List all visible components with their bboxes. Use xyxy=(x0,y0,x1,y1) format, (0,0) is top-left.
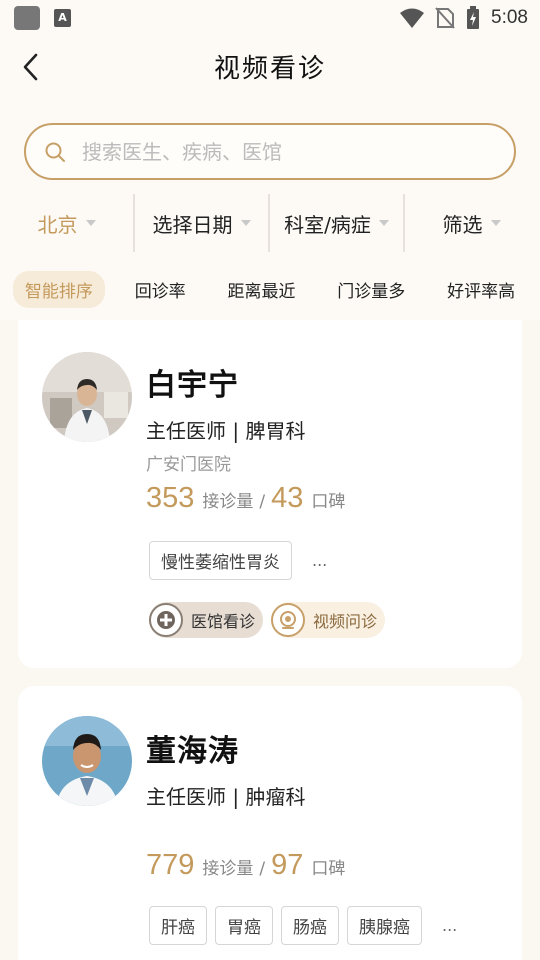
no-sim-icon xyxy=(435,7,455,29)
doctor-stats: 779 接诊量 / 97 口碑 xyxy=(146,849,345,882)
doctor-name: 白宇宁 xyxy=(146,368,239,403)
filter-date[interactable]: 选择日期 xyxy=(135,192,268,254)
video-consult-button[interactable]: 视频问诊 xyxy=(271,602,386,638)
sort-bar: 智能排序 回诊率 距离最近 门诊量多 好评率高 xyxy=(0,258,540,320)
sort-nearest[interactable]: 距离最近 xyxy=(215,271,307,308)
sort-smart[interactable]: 智能排序 xyxy=(12,270,105,308)
clinic-plus-icon xyxy=(149,603,183,637)
page-title: 视频看诊 xyxy=(213,54,326,84)
consult-label: 接诊量 xyxy=(202,859,254,879)
caret-down-icon xyxy=(378,220,389,226)
doctor-card[interactable]: 白宇宁 主任医师 | 脾胃科 广安门医院 353 接诊量 / 43 口碑 慢性萎… xyxy=(18,320,522,668)
reputation-label: 口碑 xyxy=(311,859,346,879)
reputation-count: 43 xyxy=(271,482,304,514)
webcam-icon xyxy=(271,603,305,637)
caret-down-icon xyxy=(85,220,96,226)
reputation-count: 97 xyxy=(271,849,304,881)
specialty-tag[interactable]: 胰腺癌 xyxy=(347,906,422,945)
doctor-name: 董海涛 xyxy=(146,734,239,769)
status-bar: A 5:08 xyxy=(0,0,540,36)
search-input[interactable] xyxy=(82,125,492,178)
doctor-avatar xyxy=(42,352,132,442)
search-icon xyxy=(45,142,65,162)
search-section xyxy=(0,100,540,188)
status-icons: 5:08 xyxy=(399,6,528,30)
consult-label: 接诊量 xyxy=(202,492,254,512)
specialty-tag[interactable]: 胃癌 xyxy=(215,906,273,945)
sort-return-rate[interactable]: 回诊率 xyxy=(123,271,198,308)
search-box[interactable] xyxy=(24,123,516,180)
doctor-stats: 353 接诊量 / 43 口碑 xyxy=(146,482,345,515)
doctor-photo xyxy=(42,716,132,806)
specialty-tag[interactable]: 肠癌 xyxy=(281,906,339,945)
caret-down-icon xyxy=(490,220,501,226)
tags-more[interactable]: ... xyxy=(312,551,327,570)
doctor-title: 主任医师 | 脾胃科 xyxy=(146,419,306,443)
stat-separator: / xyxy=(259,859,266,879)
filter-city-label: 北京 xyxy=(37,212,78,237)
filter-city[interactable]: 北京 xyxy=(0,192,133,254)
doctor-photo xyxy=(42,352,132,442)
specialty-tag[interactable]: 慢性萎缩性胃炎 xyxy=(149,541,292,580)
stat-separator: / xyxy=(259,492,266,512)
reputation-label: 口碑 xyxy=(311,492,346,512)
filter-department-label: 科室/病症 xyxy=(284,212,371,237)
battery-charging-icon xyxy=(467,6,480,29)
consult-count: 353 xyxy=(146,482,195,514)
consult-count: 779 xyxy=(146,849,195,881)
tags-more[interactable]: ... xyxy=(442,916,457,935)
sort-most-visits[interactable]: 门诊量多 xyxy=(325,271,417,308)
clock-time: 5:08 xyxy=(491,7,528,28)
filter-department[interactable]: 科室/病症 xyxy=(270,192,403,254)
notification-a-icon: A xyxy=(54,9,71,27)
doctor-title: 主任医师 | 肿瘤科 xyxy=(146,785,306,809)
filter-more-label: 筛选 xyxy=(442,212,483,237)
caret-down-icon xyxy=(240,220,251,226)
filter-bar: 北京 选择日期 科室/病症 筛选 xyxy=(0,188,540,258)
clinic-visit-label: 医馆看诊 xyxy=(191,612,256,631)
doctor-card[interactable]: 董海涛 主任医师 | 肿瘤科 779 接诊量 / 97 口碑 肝癌 胃癌 肠癌 … xyxy=(18,686,522,960)
filter-date-label: 选择日期 xyxy=(152,212,233,237)
wifi-icon xyxy=(400,8,425,28)
filter-more[interactable]: 筛选 xyxy=(405,192,538,254)
sort-best-rated[interactable]: 好评率高 xyxy=(435,271,527,308)
doctor-avatar xyxy=(42,716,132,806)
app-icon xyxy=(14,6,40,30)
doctor-tags: 肝癌 胃癌 肠癌 胰腺癌 ... xyxy=(149,906,457,945)
video-consult-label: 视频问诊 xyxy=(313,612,378,631)
specialty-tag[interactable]: 肝癌 xyxy=(149,906,207,945)
clinic-visit-button[interactable]: 医馆看诊 xyxy=(149,602,264,638)
app-header: 视频看诊 xyxy=(0,36,540,100)
doctor-hospital: 广安门医院 xyxy=(146,455,231,475)
doctor-tags: 慢性萎缩性胃炎 ... xyxy=(149,541,327,580)
